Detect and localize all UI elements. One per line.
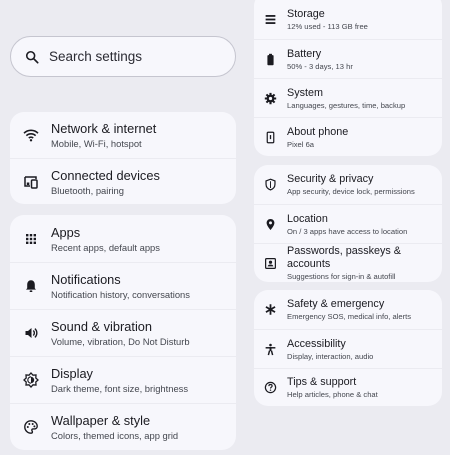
settings-item-subtitle: App security, device lock, permissions: [287, 187, 415, 196]
connected-devices-icon: [23, 174, 39, 190]
settings-group-safety-help: Safety & emergency Emergency SOS, medica…: [254, 290, 442, 406]
settings-item-subtitle: 50% - 3 days, 13 hr: [287, 61, 353, 71]
settings-item-sound[interactable]: Sound & vibration Volume, vibration, Do …: [10, 309, 236, 356]
storage-icon: [264, 13, 277, 26]
settings-item-connected-devices[interactable]: Connected devices Bluetooth, pairing: [10, 158, 236, 204]
settings-item-subtitle: Display, interaction, audio: [287, 351, 374, 361]
settings-group-security: Security & privacy App security, device …: [254, 165, 442, 282]
settings-item-title: Location: [287, 212, 328, 225]
settings-item-system[interactable]: System Languages, gestures, time, backup: [254, 78, 442, 117]
settings-item-title: Connected devices: [51, 167, 160, 183]
location-pin-icon: [264, 218, 277, 231]
settings-item-subtitle: Pixel 6a: [287, 139, 315, 149]
settings-item-tips-support[interactable]: Tips & support Help articles, phone & ch…: [254, 368, 442, 406]
settings-item-subtitle: 12% used - 113 GB free: [287, 22, 368, 31]
settings-item-storage[interactable]: Storage 12% used - 113 GB free: [254, 0, 442, 39]
search-icon: [25, 50, 39, 64]
bell-icon: [23, 278, 39, 294]
settings-item-subtitle: Notification history, conversations: [51, 289, 190, 300]
settings-group-device: Storage 12% used - 113 GB free Battery 5…: [254, 0, 442, 156]
settings-item-battery[interactable]: Battery 50% - 3 days, 13 hr: [254, 39, 442, 78]
settings-item-passwords-accounts[interactable]: Passwords, passkeys & accounts Suggestio…: [254, 243, 442, 282]
settings-item-title: Display: [51, 366, 93, 381]
settings-item-title: Wallpaper & style: [51, 413, 151, 428]
settings-group-apps-device: Apps Recent apps, default apps Notificat…: [10, 215, 236, 450]
settings-item-subtitle: Bluetooth, pairing: [51, 184, 124, 196]
settings-item-location[interactable]: Location On / 3 apps have access to loca…: [254, 204, 442, 243]
speaker-icon: [23, 325, 39, 341]
settings-item-subtitle: Suggestions for sign-in & autofill: [287, 272, 396, 281]
settings-item-title: System: [287, 86, 323, 99]
settings-item-title: Network & internet: [51, 121, 157, 136]
shield-icon: [264, 178, 277, 191]
palette-icon: [23, 419, 39, 435]
settings-item-title: Accessibility: [287, 337, 346, 350]
settings-item-title: Safety & emergency: [287, 298, 385, 310]
settings-item-title: Storage: [287, 8, 325, 20]
settings-item-subtitle: Dark theme, font size, brightness: [51, 383, 189, 394]
settings-item-security[interactable]: Security & privacy App security, device …: [254, 165, 442, 204]
phone-info-icon: [264, 131, 277, 144]
account-box-icon: [264, 257, 277, 270]
brightness-icon: [23, 372, 39, 388]
accessibility-icon: [264, 343, 277, 356]
settings-item-subtitle: On / 3 apps have access to location: [287, 226, 408, 236]
search-placeholder: Search settings: [49, 49, 143, 64]
settings-item-subtitle: Languages, gestures, time, backup: [287, 100, 406, 110]
settings-item-subtitle: Emergency SOS, medical info, alerts: [287, 312, 412, 321]
emergency-asterisk-icon: [264, 303, 277, 316]
settings-item-title: Tips & support: [287, 376, 357, 388]
settings-item-title: Battery: [287, 47, 322, 60]
settings-group-connectivity: Network & internet Mobile, Wi-Fi, hotspo…: [10, 112, 236, 204]
settings-item-title: Notifications: [51, 272, 121, 287]
settings-item-title: Passwords, passkeys & accounts: [287, 245, 402, 270]
settings-item-safety[interactable]: Safety & emergency Emergency SOS, medica…: [254, 290, 442, 329]
settings-item-accessibility[interactable]: Accessibility Display, interaction, audi…: [254, 329, 442, 368]
settings-item-subtitle: Volume, vibration, Do Not Disturb: [51, 336, 190, 347]
settings-item-title: Sound & vibration: [51, 319, 153, 334]
help-icon: [264, 381, 277, 394]
settings-item-about-phone[interactable]: About phone Pixel 6a: [254, 117, 442, 156]
apps-grid-icon: [23, 231, 39, 247]
settings-item-wallpaper[interactable]: Wallpaper & style Colors, themed icons, …: [10, 403, 236, 450]
battery-icon: [264, 53, 277, 66]
settings-item-display[interactable]: Display Dark theme, font size, brightnes…: [10, 356, 236, 403]
gear-icon: [264, 92, 277, 105]
settings-item-subtitle: Mobile, Wi-Fi, hotspot: [51, 138, 142, 149]
settings-item-apps[interactable]: Apps Recent apps, default apps: [10, 215, 236, 262]
search-bar[interactable]: Search settings: [10, 36, 236, 77]
settings-item-network[interactable]: Network & internet Mobile, Wi-Fi, hotspo…: [10, 112, 236, 158]
settings-item-title: Security & privacy: [287, 173, 374, 185]
settings-item-notifications[interactable]: Notifications Notification history, conv…: [10, 262, 236, 309]
settings-item-subtitle: Recent apps, default apps: [51, 241, 160, 253]
settings-item-subtitle: Colors, themed icons, app grid: [51, 430, 179, 441]
wifi-icon: [23, 127, 39, 143]
settings-item-title: About phone: [287, 125, 349, 138]
settings-item-subtitle: Help articles, phone & chat: [287, 390, 378, 399]
settings-item-title: Apps: [51, 224, 81, 240]
